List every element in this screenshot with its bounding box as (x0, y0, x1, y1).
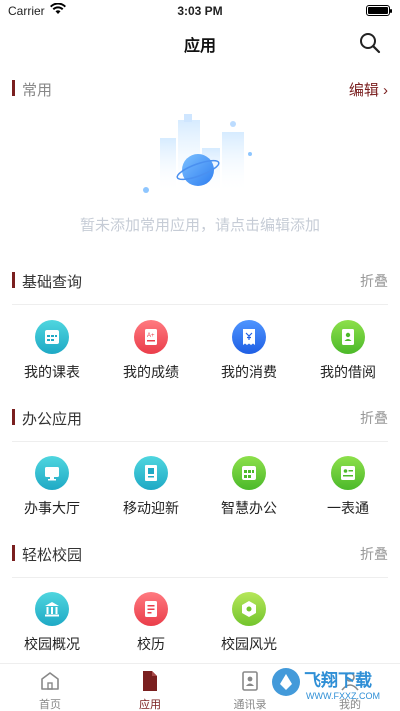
home-icon (41, 672, 59, 690)
empty-state-illustration (143, 114, 252, 193)
calendar-icon (35, 320, 69, 354)
section-title: 办公应用 (22, 411, 83, 428)
app-service-hall[interactable]: 办事大厅 (12, 456, 92, 526)
status-bar: Carrier 3:03 PM (0, 0, 400, 22)
app-grid-basic: 我的课表 A+ 我的成绩 我的消费 我的借阅 (0, 320, 400, 390)
section-marker (12, 80, 15, 96)
section-title: 常用 (22, 82, 53, 99)
app-label: 我的借阅 (320, 364, 376, 380)
svg-text:A+: A+ (147, 333, 155, 339)
building-icon (35, 592, 69, 626)
section-header-office: 办公应用 折叠 (12, 406, 388, 428)
edit-button[interactable]: 编辑 › (349, 79, 388, 100)
watermark-logo: 飞翔下载 WWW.FXXZ.COM (272, 668, 380, 701)
app-school-calendar[interactable]: 校历 (111, 592, 191, 662)
page-title: 应用 (183, 38, 216, 55)
section-header-basic: 基础查询 折叠 (12, 269, 388, 291)
divider (12, 304, 388, 305)
app-label: 智慧办公 (221, 500, 277, 516)
app-my-spending[interactable]: 我的消费 (209, 320, 289, 390)
app-label: 移动迎新 (123, 500, 179, 516)
app-smart-office[interactable]: 智慧办公 (209, 456, 289, 526)
section-marker (12, 409, 15, 425)
app-my-borrowing[interactable]: 我的借阅 (308, 320, 388, 390)
section-header-common: 常用 编辑 › (12, 77, 388, 99)
nav-bar: 应用 (0, 22, 400, 64)
monitor-icon (35, 456, 69, 490)
flag-icon (134, 456, 168, 490)
tab-home[interactable]: 首页 (0, 664, 100, 711)
collapse-button[interactable]: 折叠 (360, 271, 388, 291)
app-label: 我的成绩 (123, 364, 179, 380)
app-my-schedule[interactable]: 我的课表 (12, 320, 92, 390)
tab-label: 首页 (39, 699, 61, 711)
app-label: 校历 (137, 636, 165, 652)
app-label: 我的消费 (221, 364, 277, 380)
app-label: 校园风光 (221, 636, 277, 652)
section-marker (12, 545, 15, 561)
app-mobile-welcome[interactable]: 移动迎新 (111, 456, 191, 526)
app-campus-scenery[interactable]: 校园风光 (209, 592, 289, 662)
contacts-icon (242, 671, 258, 691)
watermark-url: WWW.FXXZ.COM (306, 691, 380, 701)
divider (12, 577, 388, 578)
empty-state-text: 暂未添加常用应用，请点击编辑添加 (79, 217, 320, 234)
search-icon[interactable] (358, 31, 382, 55)
tab-apps[interactable]: 应用 (100, 664, 200, 711)
collapse-button[interactable]: 折叠 (360, 544, 388, 564)
grid-icon (232, 456, 266, 490)
app-label: 我的课表 (24, 364, 80, 380)
section-header-campus: 轻松校园 折叠 (12, 542, 388, 564)
tab-label: 应用 (139, 699, 161, 711)
document-icon (143, 671, 157, 691)
note-icon (134, 592, 168, 626)
photo-icon (232, 592, 266, 626)
watermark-brand: 飞翔下载 (304, 670, 372, 691)
section-title: 基础查询 (22, 274, 83, 291)
app-label: 校园概况 (24, 636, 80, 652)
app-label: 办事大厅 (24, 500, 80, 516)
app-my-grades[interactable]: A+ 我的成绩 (111, 320, 191, 390)
form-icon (331, 456, 365, 490)
collapse-button[interactable]: 折叠 (360, 408, 388, 428)
battery-icon (366, 5, 392, 16)
app-one-form[interactable]: 一表通 (308, 456, 388, 526)
receipt-icon (232, 320, 266, 354)
book-icon (331, 320, 365, 354)
app-campus-overview[interactable]: 校园概况 (12, 592, 92, 662)
section-marker (12, 272, 15, 288)
section-title: 轻松校园 (22, 547, 83, 564)
app-grid-office: 办事大厅 移动迎新 智慧办公 一表通 (0, 456, 400, 526)
score-icon: A+ (134, 320, 168, 354)
divider (12, 441, 388, 442)
app-grid-campus: 校园概况 校历 校园风光 (0, 592, 400, 662)
status-time: 3:03 PM (177, 4, 223, 18)
app-label: 一表通 (327, 500, 369, 516)
